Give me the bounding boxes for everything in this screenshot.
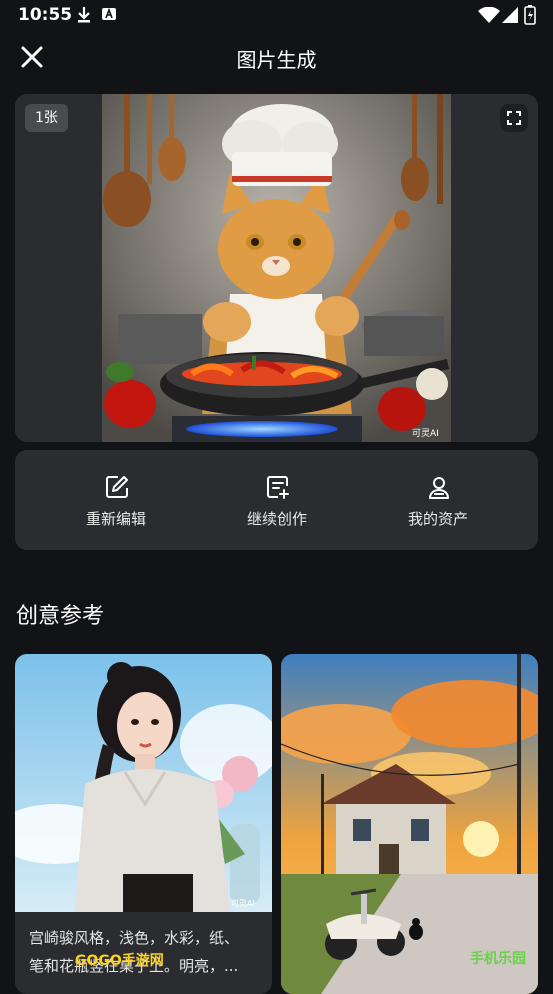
watermark-logo-left: GOGO手游网: [75, 953, 164, 969]
top-bar: 图片生成: [0, 32, 553, 82]
inspiration-card[interactable]: 可灵AI 宫崎骏风格，浅色，水彩，纸、 笔和花瓶竖在桌子上。明亮，...: [15, 654, 272, 994]
continue-create-button[interactable]: 继续创作: [190, 450, 364, 550]
image-count-badge: 1张: [25, 104, 68, 132]
my-assets-label: 我的资产: [407, 510, 468, 528]
generated-image[interactable]: 可灵AI: [102, 94, 451, 442]
status-bar: 10:55: [0, 0, 553, 32]
section-title: 创意参考: [16, 604, 105, 629]
inspiration-image: [281, 654, 538, 994]
signal-icon: [502, 7, 518, 23]
edit-icon: [106, 476, 128, 498]
action-panel: 重新编辑 继续创作 我的资产: [15, 450, 538, 550]
expand-icon[interactable]: [500, 104, 528, 132]
svg-text:可灵AI: 可灵AI: [231, 899, 255, 908]
user-icon: [429, 477, 449, 499]
caption-line: 宫崎骏风格，浅色，水彩，纸、: [29, 929, 240, 947]
wifi-icon: [478, 7, 500, 23]
image-watermark: 可灵AI: [412, 428, 439, 439]
inspiration-card[interactable]: [281, 654, 538, 994]
my-assets-button[interactable]: 我的资产: [351, 450, 525, 550]
re-edit-label: 重新编辑: [85, 510, 146, 528]
generated-image-panel: 可灵AI 1张: [15, 94, 538, 442]
status-time: 10:55: [18, 5, 73, 25]
watermark-logo-right: 手机乐园: [470, 951, 526, 967]
add-document-icon: [267, 476, 289, 499]
download-icon: [78, 7, 90, 23]
keyboard-icon: [102, 7, 116, 20]
re-edit-button[interactable]: 重新编辑: [29, 450, 203, 550]
battery-icon: [524, 5, 536, 25]
inspiration-image: 可灵AI: [15, 654, 272, 912]
page-title: 图片生成: [236, 48, 317, 72]
continue-create-label: 继续创作: [246, 510, 307, 528]
